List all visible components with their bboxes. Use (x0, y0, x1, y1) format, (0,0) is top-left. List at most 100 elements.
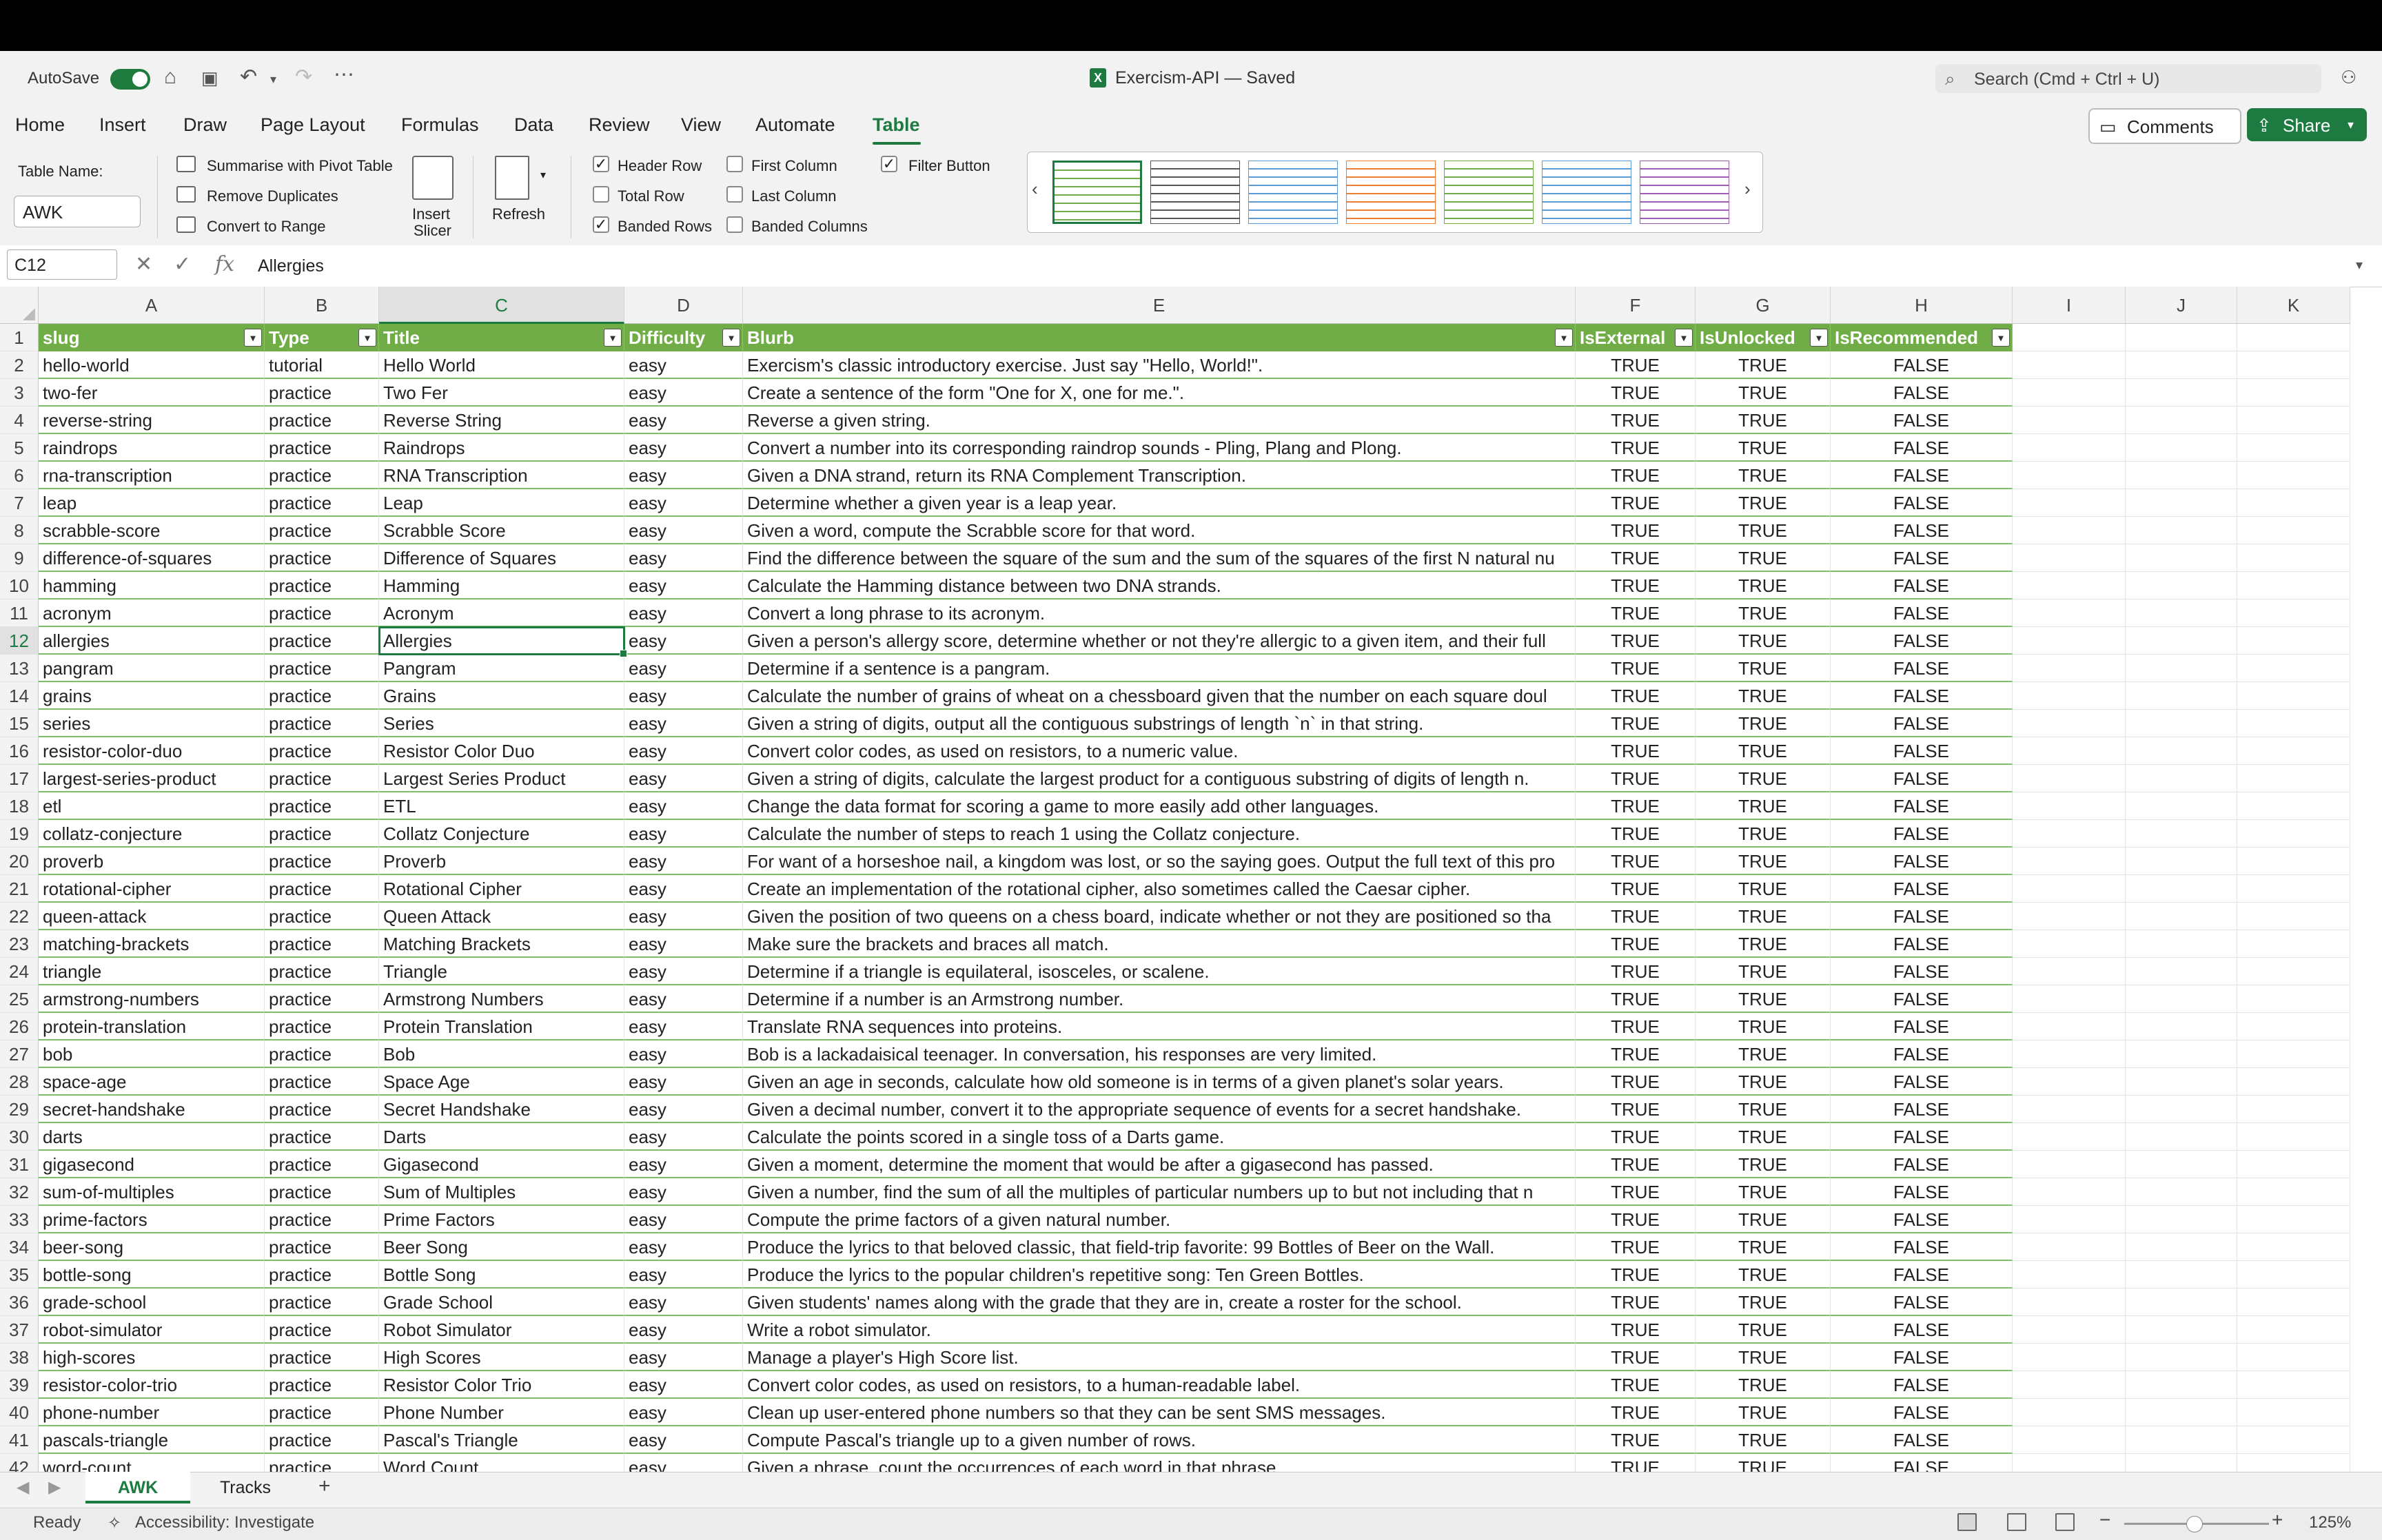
table-cell[interactable]: practice (265, 1151, 379, 1178)
empty-cell[interactable] (2237, 820, 2350, 848)
table-cell[interactable]: etl (39, 792, 265, 820)
table-cell[interactable]: TRUE (1696, 655, 1831, 682)
table-cell[interactable]: Matching Brackets (379, 930, 624, 958)
table-cell[interactable]: easy (624, 407, 743, 434)
header-cell[interactable]: slug ▾ (39, 324, 265, 351)
table-cell[interactable]: ETL (379, 792, 624, 820)
zoom-in-icon[interactable]: + (2272, 1509, 2283, 1531)
table-cell[interactable]: FALSE (1831, 737, 2013, 765)
table-cell[interactable]: easy (624, 1344, 743, 1371)
insert-slicer-line2[interactable]: Slicer (414, 222, 451, 240)
table-cell[interactable]: easy (624, 1096, 743, 1123)
header-row-checkbox[interactable]: ✓ (593, 156, 609, 172)
table-cell[interactable]: TRUE (1696, 792, 1831, 820)
header-cell[interactable]: IsUnlocked ▾ (1696, 324, 1831, 351)
table-cell[interactable]: Find the difference between the square o… (743, 544, 1576, 572)
row-header[interactable]: 25 (0, 985, 39, 1013)
empty-cell[interactable] (2126, 627, 2237, 655)
undo-icon[interactable]: ↶ (240, 67, 257, 88)
empty-cell[interactable] (2237, 1426, 2350, 1454)
table-cell[interactable]: practice (265, 1426, 379, 1454)
empty-cell[interactable] (2013, 1316, 2126, 1344)
empty-cell[interactable] (2126, 1426, 2237, 1454)
table-cell[interactable]: TRUE (1576, 792, 1696, 820)
save-icon[interactable]: ▣ (201, 68, 218, 88)
share-button[interactable]: ⇪ Share ▾ (2247, 108, 2367, 141)
empty-cell[interactable] (2013, 379, 2126, 407)
menu-page-layout[interactable]: Page Layout (261, 114, 365, 136)
table-cell[interactable]: easy (624, 655, 743, 682)
table-cell[interactable]: pangram (39, 655, 265, 682)
cancel-icon[interactable]: ✕ (135, 252, 152, 276)
table-cell[interactable]: FALSE (1831, 875, 2013, 903)
table-cell[interactable]: practice (265, 1316, 379, 1344)
table-cell[interactable]: easy (624, 1289, 743, 1316)
table-cell[interactable]: Given a DNA strand, return its RNA Compl… (743, 462, 1576, 489)
empty-cell[interactable] (2126, 1371, 2237, 1399)
table-cell[interactable]: Write a robot simulator. (743, 1316, 1576, 1344)
empty-cell[interactable] (2013, 627, 2126, 655)
chevron-right-icon[interactable]: › (1744, 178, 1751, 200)
empty-cell[interactable] (2013, 958, 2126, 985)
table-cell[interactable]: FALSE (1831, 1454, 2013, 1472)
empty-cell[interactable] (2237, 792, 2350, 820)
empty-cell[interactable] (2126, 351, 2237, 379)
table-cell[interactable]: Produce the lyrics to that beloved class… (743, 1233, 1576, 1261)
table-cell[interactable]: practice (265, 1206, 379, 1233)
empty-cell[interactable] (2126, 875, 2237, 903)
table-cell[interactable]: practice (265, 599, 379, 627)
row-header[interactable]: 34 (0, 1233, 39, 1261)
table-cell[interactable]: practice (265, 737, 379, 765)
empty-cell[interactable] (2013, 351, 2126, 379)
table-cell[interactable]: Clean up user-entered phone numbers so t… (743, 1399, 1576, 1426)
empty-cell[interactable] (2013, 820, 2126, 848)
empty-cell[interactable] (2126, 655, 2237, 682)
table-cell[interactable]: Darts (379, 1123, 624, 1151)
table-cell[interactable]: easy (624, 792, 743, 820)
table-cell[interactable]: matching-brackets (39, 930, 265, 958)
table-cell[interactable]: TRUE (1576, 903, 1696, 930)
table-cell[interactable]: TRUE (1696, 599, 1831, 627)
table-cell[interactable]: FALSE (1831, 462, 2013, 489)
table-cell[interactable]: TRUE (1696, 737, 1831, 765)
menu-view[interactable]: View (681, 114, 721, 136)
total-row-checkbox[interactable] (593, 186, 609, 203)
table-cell[interactable]: easy (624, 930, 743, 958)
header-cell[interactable]: Difficulty ▾ (624, 324, 743, 351)
table-cell[interactable]: rna-transcription (39, 462, 265, 489)
table-cell[interactable]: TRUE (1696, 1123, 1831, 1151)
table-cell[interactable]: TRUE (1576, 517, 1696, 544)
formula-content[interactable]: Allergies (258, 256, 324, 276)
table-cell[interactable]: TRUE (1576, 1261, 1696, 1289)
table-cell[interactable]: Prime Factors (379, 1206, 624, 1233)
table-cell[interactable]: Resistor Color Duo (379, 737, 624, 765)
filter-dropdown-icon[interactable]: ▾ (1810, 329, 1828, 347)
empty-cell[interactable] (2126, 1233, 2237, 1261)
table-cell[interactable]: TRUE (1576, 1040, 1696, 1068)
table-cell[interactable]: Given a decimal number, convert it to th… (743, 1096, 1576, 1123)
table-cell[interactable]: easy (624, 517, 743, 544)
empty-cell[interactable] (2237, 737, 2350, 765)
table-name-input[interactable]: AWK (14, 196, 141, 227)
empty-cell[interactable] (2237, 1454, 2350, 1472)
table-cell[interactable]: Given students' names along with the gra… (743, 1289, 1576, 1316)
table-cell[interactable]: TRUE (1696, 1454, 1831, 1472)
empty-cell[interactable] (2237, 1344, 2350, 1371)
table-cell[interactable]: Reverse a given string. (743, 407, 1576, 434)
column-header-h[interactable]: H (1831, 287, 2013, 324)
column-header-k[interactable]: K (2237, 287, 2350, 324)
table-cell[interactable]: TRUE (1696, 1040, 1831, 1068)
table-cell[interactable]: easy (624, 351, 743, 379)
table-cell[interactable]: FALSE (1831, 848, 2013, 875)
table-cell[interactable]: Create an implementation of the rotation… (743, 875, 1576, 903)
table-cell[interactable]: TRUE (1696, 930, 1831, 958)
table-cell[interactable]: practice (265, 1399, 379, 1426)
home-icon[interactable]: ⌂ (164, 67, 176, 88)
row-header[interactable]: 23 (0, 930, 39, 958)
menu-table[interactable]: Table (873, 114, 920, 136)
empty-cell[interactable] (2237, 682, 2350, 710)
row-header[interactable]: 36 (0, 1289, 39, 1316)
table-cell[interactable]: FALSE (1831, 1289, 2013, 1316)
empty-cell[interactable] (2126, 407, 2237, 434)
empty-cell[interactable] (2013, 517, 2126, 544)
